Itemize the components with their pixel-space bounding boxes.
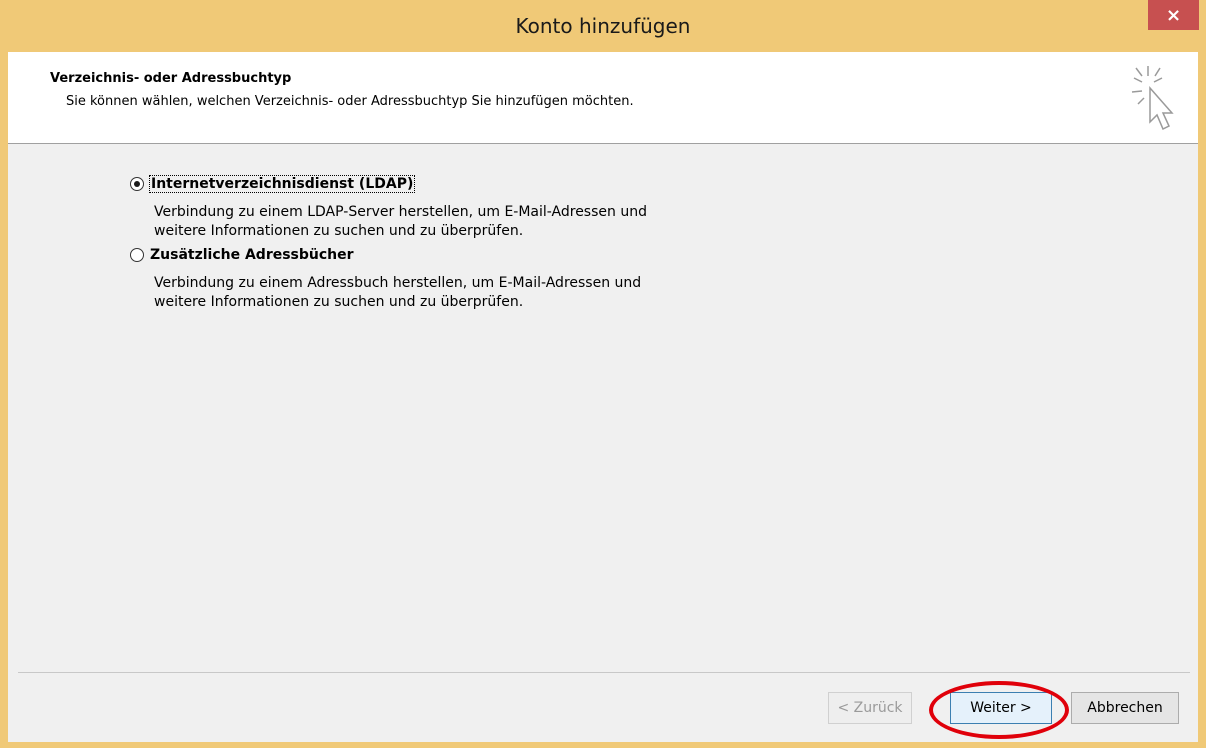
window-title: Konto hinzufügen: [515, 14, 691, 38]
radio-address-books[interactable]: [130, 248, 144, 262]
description-line: Verbindung zu einem LDAP-Server herstell…: [154, 204, 647, 220]
cancel-button[interactable]: Abbrechen: [1071, 692, 1179, 724]
close-icon: ×: [1165, 4, 1182, 26]
option-address-books-label[interactable]: Zusätzliche Adressbücher: [150, 247, 354, 263]
header-title: Verzeichnis- oder Adressbuchtyp: [50, 71, 292, 86]
option-ldap-label[interactable]: Internetverzeichnisdienst (LDAP): [148, 175, 416, 193]
option-ldap[interactable]: Internetverzeichnisdienst (LDAP): [130, 175, 416, 193]
radio-ldap[interactable]: [130, 177, 144, 191]
description-line: weitere Informationen zu suchen und zu ü…: [154, 223, 524, 239]
cursor-sparkle-icon: [1131, 66, 1174, 131]
dialog-content: Verzeichnis- oder Adressbuchtyp Sie könn…: [8, 52, 1198, 742]
option-ldap-description: Verbindung zu einem LDAP-Server herstell…: [154, 203, 754, 241]
description-line: weitere Informationen zu suchen und zu ü…: [154, 294, 524, 310]
wizard-header: Verzeichnis- oder Adressbuchtyp Sie könn…: [8, 52, 1198, 144]
back-button[interactable]: < Zurück: [828, 692, 912, 724]
option-address-books-description: Verbindung zu einem Adressbuch herstelle…: [154, 274, 754, 312]
next-button[interactable]: Weiter >: [950, 692, 1052, 724]
close-button[interactable]: ×: [1148, 0, 1199, 30]
dialog-window: Konto hinzufügen × Verzeichnis- oder Adr…: [0, 0, 1206, 748]
title-bar: Konto hinzufügen ×: [0, 0, 1206, 52]
footer-divider: [18, 672, 1190, 673]
header-subtitle: Sie können wählen, welchen Verzeichnis- …: [66, 94, 634, 109]
option-address-books[interactable]: Zusätzliche Adressbücher: [130, 247, 354, 263]
description-line: Verbindung zu einem Adressbuch herstelle…: [154, 275, 642, 291]
